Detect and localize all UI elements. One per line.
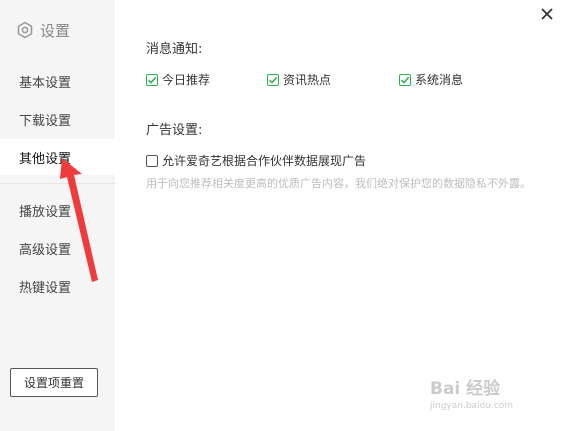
nav-item-download[interactable]: 下载设置 [0, 101, 115, 137]
settings-icon [17, 21, 33, 39]
check-icon [400, 76, 410, 84]
checkbox-box[interactable] [267, 73, 279, 86]
watermark-url: jingyan.baidu.com [430, 401, 514, 411]
reset-settings-button[interactable]: 设置项重置 [10, 368, 98, 397]
sidebar-header: 设置 [16, 20, 70, 40]
check-icon [147, 76, 157, 84]
checkbox-today-recommend[interactable]: 今日推荐 [146, 71, 210, 88]
checkbox-label: 资讯热点 [283, 73, 332, 87]
checkbox-box[interactable] [146, 154, 158, 167]
red-arrow-annotation [60, 158, 98, 282]
checkbox-allow-partner-ads[interactable]: 允许爱奇艺根据合作伙伴数据展现广告 [146, 152, 366, 169]
checkbox-system-message[interactable]: 系统消息 [399, 71, 463, 88]
notifications-title: 消息通知: [146, 42, 203, 57]
checkbox-label: 允许爱奇艺根据合作伙伴数据展现广告 [162, 154, 367, 168]
close-button[interactable] [536, 3, 558, 25]
watermark-brand: Bai 经验 [430, 379, 501, 399]
ads-hint-text: 用于向您推荐相关度更高的优质广告内容，我们绝对保护您的数据隐私不外露。 [146, 177, 531, 190]
checkbox-label: 今日推荐 [162, 73, 211, 87]
close-icon [541, 8, 553, 20]
nav-item-basic[interactable]: 基本设置 [0, 63, 115, 99]
ads-title: 广告设置: [146, 123, 203, 138]
sidebar-title: 设置 [40, 21, 71, 40]
checkbox-box[interactable] [146, 73, 158, 86]
checkbox-box[interactable] [399, 73, 411, 86]
checkbox-news-hot[interactable]: 资讯热点 [267, 71, 331, 88]
checkbox-label: 系统消息 [415, 73, 464, 87]
watermark: Bai 经验 jingyan.baidu.com [430, 374, 513, 411]
check-icon [268, 76, 278, 84]
